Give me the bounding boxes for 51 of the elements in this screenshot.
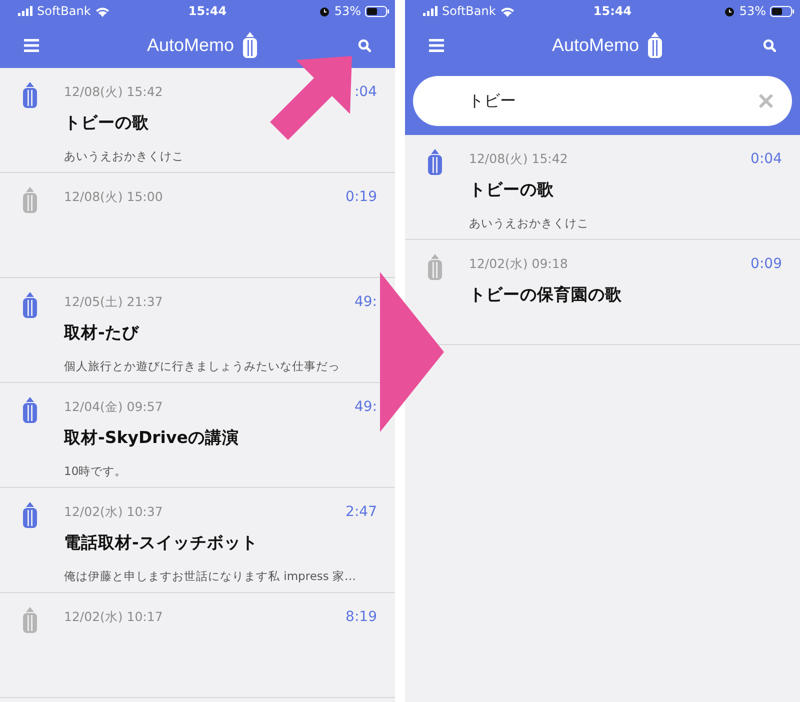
- memo-title: 取材-たび: [64, 322, 140, 344]
- memo-preview: あいうえおかきくけこ: [469, 214, 590, 232]
- memo-date: 12/05(土) 21:37: [64, 293, 163, 312]
- pencil-icon: [647, 32, 664, 58]
- search-icon: [358, 39, 371, 52]
- memo-date: 12/08(火) 15:42: [469, 150, 568, 168]
- wifi-icon: [94, 6, 110, 16]
- carrier-name: SoftBank: [37, 3, 91, 20]
- search-field[interactable]: トビー: [413, 76, 792, 126]
- search-icon: [762, 39, 776, 52]
- memo-preview: 俺は伊藤と申しますお世話になります私 impress 家…: [64, 568, 358, 585]
- memo-duration: :04: [354, 83, 377, 102]
- menu-icon: [24, 39, 39, 52]
- close-icon: [758, 93, 774, 109]
- carrier-name: SoftBank: [442, 3, 496, 20]
- wifi-icon: [500, 6, 515, 16]
- memo-duration: 8:19: [346, 608, 377, 627]
- memo-title: トビーの歌: [469, 179, 555, 201]
- menu-icon: [429, 39, 444, 52]
- memo-date: 12/02(水) 09:18: [469, 255, 568, 274]
- memo-duration: 0:19: [346, 188, 377, 207]
- memo-duration: 49:: [354, 293, 377, 312]
- battery-percent: 53%: [334, 3, 361, 20]
- status-time: 15:44: [592, 3, 633, 20]
- battery-percent: 53%: [739, 3, 766, 20]
- memo-title: 取材-SkyDriveの講演: [64, 427, 240, 449]
- memo-date: 12/02(水) 10:17: [64, 608, 163, 626]
- signal-icon: [423, 6, 438, 16]
- memo-date: 12/02(水) 10:37: [64, 503, 163, 522]
- memo-date: 12/08(火) 15:00: [64, 188, 163, 206]
- memo-date: 12/08(火) 15:42: [64, 83, 163, 102]
- app-title: AutoMemo: [146, 34, 234, 56]
- battery-icon: [365, 6, 389, 16]
- memo-duration: 49:: [354, 398, 377, 417]
- memo-title: トビーの保育園の歌: [469, 284, 623, 306]
- memo-preview: 個人旅行とか遊びに行きましょうみたいな仕事だっ: [64, 358, 341, 375]
- status-time: 15:44: [187, 3, 228, 20]
- memo-title: 電話取材-スイッチボット: [64, 532, 259, 554]
- memo-duration: 0:09: [750, 255, 782, 274]
- memo-duration: 0:04: [750, 150, 782, 169]
- memo-date: 12/04(金) 09:57: [64, 398, 163, 416]
- app-title: AutoMemo: [552, 34, 640, 56]
- pencil-icon: [242, 32, 258, 58]
- memo-preview: あいうえおかきくけこ: [64, 148, 185, 165]
- memo-duration: 2:47: [346, 503, 377, 522]
- alarm-icon: [724, 6, 736, 16]
- memo-title: トビーの歌: [64, 112, 150, 134]
- battery-icon: [770, 6, 794, 16]
- signal-icon: [18, 6, 33, 16]
- memo-preview: 10時です。: [64, 462, 128, 480]
- alarm-icon: [319, 6, 330, 16]
